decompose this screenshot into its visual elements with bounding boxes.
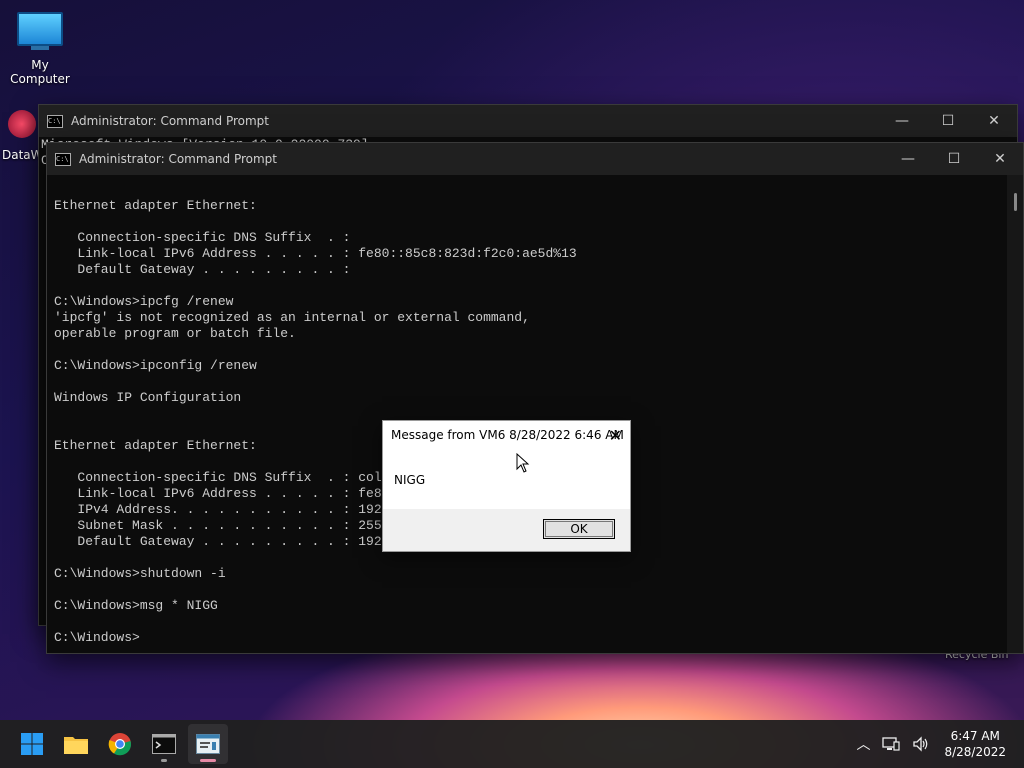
dataw-icon [8, 110, 36, 138]
dialog-close-icon[interactable]: ✕ [609, 426, 622, 445]
running-indicator [161, 759, 167, 762]
close-button[interactable]: ✕ [977, 143, 1023, 175]
console-scrollbar[interactable] [1007, 175, 1023, 653]
message-app-taskbar-button[interactable] [188, 724, 228, 764]
dataw-shortcut[interactable]: DataW [2, 110, 43, 162]
chevron-up-icon[interactable]: ︿ [856, 734, 870, 754]
maximize-button[interactable]: ☐ [925, 105, 971, 137]
dialog-message: NIGG [394, 473, 426, 487]
chrome-icon [108, 733, 132, 756]
message-dialog[interactable]: Message from VM6 8/28/2022 6:46 AM ✕ NIG… [382, 420, 631, 552]
file-explorer-button[interactable] [56, 724, 96, 764]
file-explorer-icon [64, 737, 88, 754]
dataw-label: DataW [2, 148, 43, 162]
minimize-button[interactable]: — [885, 143, 931, 175]
terminal-icon [152, 734, 176, 754]
front-command-prompt-window[interactable]: C:\ Administrator: Command Prompt — ☐ ✕ … [46, 142, 1024, 654]
clock[interactable]: 6:47 AM 8/28/2022 [944, 728, 1006, 760]
back-window-titlebar[interactable]: C:\ Administrator: Command Prompt — ☐ ✕ [39, 105, 1017, 137]
dialog-title: Message from VM6 8/28/2022 6:46 AM [391, 428, 624, 442]
back-window-title: Administrator: Command Prompt [71, 114, 269, 128]
mouse-cursor-icon [516, 453, 530, 473]
front-window-titlebar[interactable]: C:\ Administrator: Command Prompt — ☐ ✕ [47, 143, 1023, 175]
dialog-footer: OK [383, 509, 630, 551]
minimize-button[interactable]: — [879, 105, 925, 137]
ok-button[interactable]: OK [543, 519, 615, 539]
clock-time: 6:47 AM [950, 729, 1000, 743]
start-button[interactable] [12, 724, 52, 764]
scrollbar-thumb[interactable] [1014, 193, 1017, 211]
chrome-button[interactable] [100, 724, 140, 764]
maximize-button[interactable]: ☐ [931, 143, 977, 175]
cmd-icon: C:\ [55, 152, 71, 166]
taskbar: ︿ 6:47 AM 8/28/2022 [0, 720, 1024, 768]
command-prompt-taskbar-button[interactable] [144, 724, 184, 764]
front-console-text[interactable]: Ethernet adapter Ethernet: Connection-sp… [47, 175, 1023, 646]
volume-icon[interactable] [912, 736, 930, 752]
active-indicator [200, 759, 216, 762]
close-button[interactable]: ✕ [971, 105, 1017, 137]
system-tray: ︿ 6:47 AM 8/28/2022 [850, 720, 1024, 768]
clock-date: 8/28/2022 [944, 745, 1006, 759]
app-icon [196, 734, 220, 754]
front-window-title: Administrator: Command Prompt [79, 152, 277, 166]
cmd-icon: C:\ [47, 114, 63, 128]
network-icon[interactable] [882, 736, 901, 752]
monitor-icon [17, 12, 63, 50]
start-icon [21, 733, 43, 755]
my-computer-label: My Computer [10, 58, 70, 86]
my-computer-shortcut[interactable]: My Computer [2, 12, 78, 86]
